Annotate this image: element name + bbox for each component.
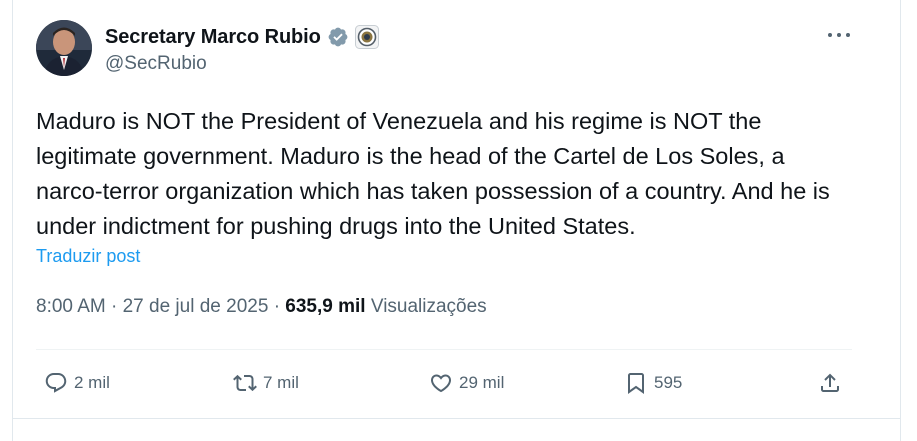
- repost-button[interactable]: 7 mil: [233, 370, 299, 396]
- reply-count: 2 mil: [74, 373, 110, 392]
- tweet-border-left: [12, 0, 13, 441]
- divider: [36, 349, 852, 350]
- views-label: Visualizações: [370, 296, 487, 317]
- verified-badge-icon[interactable]: [327, 26, 349, 48]
- tweet-border-right: [900, 0, 901, 441]
- reply-icon: [45, 373, 67, 393]
- translate-post-link[interactable]: Traduzir post: [36, 246, 140, 267]
- like-button[interactable]: 29 mil: [429, 370, 504, 396]
- repost-count: 7 mil: [263, 373, 299, 392]
- reply-button[interactable]: 2 mil: [44, 370, 110, 396]
- avatar[interactable]: [36, 20, 92, 76]
- tweet-metadata: 8:00 AM · 27 de jul de 2025 · 635,9 mil …: [36, 296, 487, 318]
- bookmark-count: 595: [654, 373, 683, 392]
- heart-icon: [430, 374, 452, 393]
- views-count: 635,9 mil: [285, 296, 366, 317]
- meta-separator: ·: [111, 296, 118, 317]
- tweet-border-bottom: [12, 418, 901, 419]
- tweet-text: Maduro is NOT the President of Venezuela…: [36, 108, 830, 239]
- share-button[interactable]: [818, 370, 842, 396]
- meta-separator: ·: [273, 296, 281, 317]
- share-icon: [821, 373, 839, 392]
- author-handle[interactable]: @SecRubio: [105, 53, 207, 75]
- author-name-row: Secretary Marco Rubio: [105, 24, 379, 50]
- repost-icon: [233, 374, 257, 392]
- government-seal-icon: [354, 25, 379, 49]
- bookmark-icon: [628, 373, 644, 394]
- tweet-time[interactable]: 8:00 AM: [36, 296, 106, 317]
- more-icon[interactable]: [826, 28, 852, 42]
- like-count: 29 mil: [459, 373, 505, 392]
- author-name[interactable]: Secretary Marco Rubio: [105, 26, 321, 49]
- tweet-date[interactable]: 27 de jul de 2025: [123, 296, 269, 317]
- bookmark-button[interactable]: 595: [624, 370, 682, 396]
